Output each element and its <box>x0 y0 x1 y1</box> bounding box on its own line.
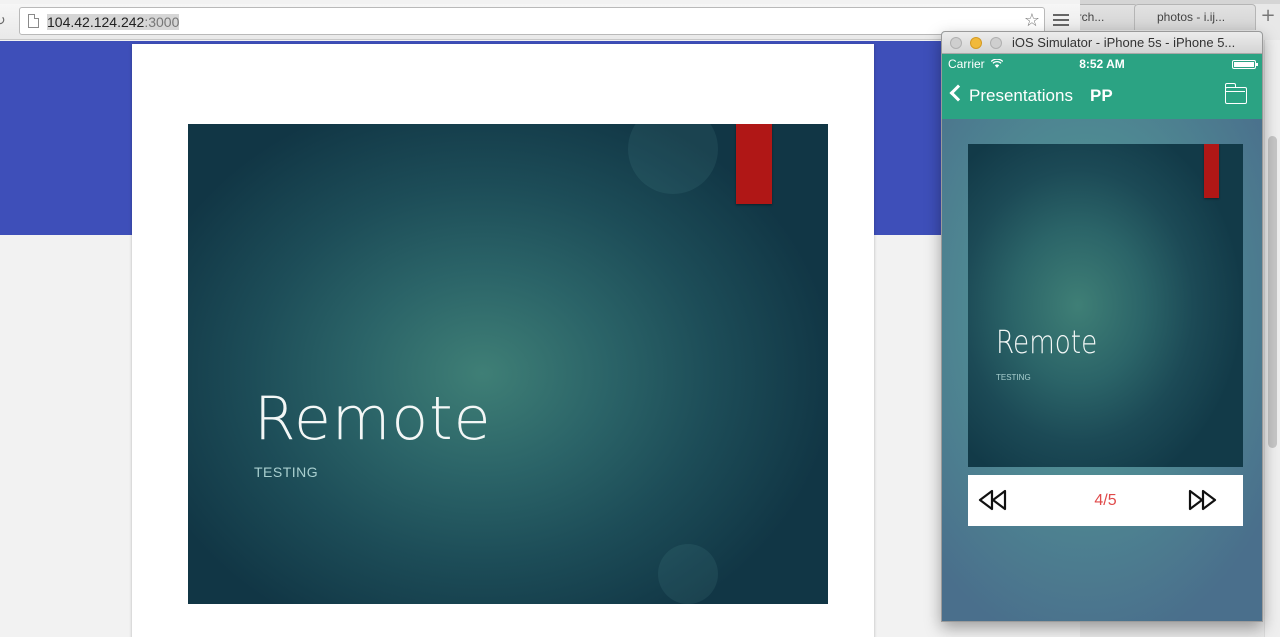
url-text: 104.42.124.242:3000 <box>47 13 180 31</box>
folder-icon[interactable] <box>1224 83 1247 104</box>
page-scrollbar[interactable] <box>1264 40 1280 637</box>
status-bar: Carrier 8:52 AM <box>942 54 1262 74</box>
status-time: 8:52 AM <box>1079 57 1125 71</box>
page-viewport: Remote TESTING <box>0 41 1080 637</box>
scroll-thumb[interactable] <box>1268 136 1277 448</box>
menu-icon[interactable] <box>1053 14 1069 28</box>
slide-subtitle: TESTING <box>254 464 319 480</box>
bokeh-decoration <box>628 124 718 194</box>
browser-toolbar: ↻ 104.42.124.242:3000 ☆ <box>0 4 1080 40</box>
navigation-bar: Presentations PP <box>942 74 1262 119</box>
url-port: :3000 <box>144 14 180 30</box>
simulator-titlebar: iOS Simulator - iPhone 5s - iPhone 5... <box>942 32 1262 54</box>
phone-screen: Carrier 8:52 AM Presentations PP Remote … <box>942 54 1262 621</box>
slide-ribbon <box>736 124 772 204</box>
url-host: 104.42.124.242 <box>47 14 145 30</box>
phone-slide-preview: Remote TESTING <box>968 144 1243 467</box>
fast-forward-icon[interactable] <box>1187 489 1217 511</box>
new-tab-button[interactable]: + <box>1258 6 1278 26</box>
bokeh-decoration <box>658 544 718 604</box>
phone-slide-ribbon <box>1204 144 1219 198</box>
slide-card: Remote TESTING <box>132 44 874 637</box>
browser-tab-2[interactable]: photos - i.ij... <box>1134 4 1256 30</box>
zoom-window-button[interactable] <box>990 37 1002 49</box>
minimize-window-button[interactable] <box>970 37 982 49</box>
bookmark-star-icon[interactable]: ☆ <box>1024 10 1040 32</box>
phone-slide-subtitle: TESTING <box>996 373 1031 382</box>
browser-window: ↻ 104.42.124.242:3000 ☆ Remote TESTING <box>0 0 1080 637</box>
browser-tab-2-label: photos - i.ij... <box>1157 10 1226 24</box>
playback-controls: 4/5 <box>968 475 1243 526</box>
simulator-title: iOS Simulator - iPhone 5s - iPhone 5... <box>1012 35 1236 50</box>
page-icon <box>28 14 39 28</box>
ios-simulator-window: iOS Simulator - iPhone 5s - iPhone 5... … <box>941 31 1263 622</box>
back-button[interactable]: Presentations <box>969 86 1073 106</box>
reload-icon[interactable]: ↻ <box>0 13 10 29</box>
address-bar[interactable]: 104.42.124.242:3000 ☆ <box>19 7 1045 35</box>
nav-title: PP <box>1090 86 1113 105</box>
back-chevron-icon[interactable] <box>949 84 967 102</box>
close-window-button[interactable] <box>950 37 962 49</box>
slide-title: Remote <box>254 384 492 454</box>
slide-preview: Remote TESTING <box>188 124 828 604</box>
battery-icon <box>1232 60 1258 69</box>
phone-slide-title: Remote <box>996 323 1098 361</box>
